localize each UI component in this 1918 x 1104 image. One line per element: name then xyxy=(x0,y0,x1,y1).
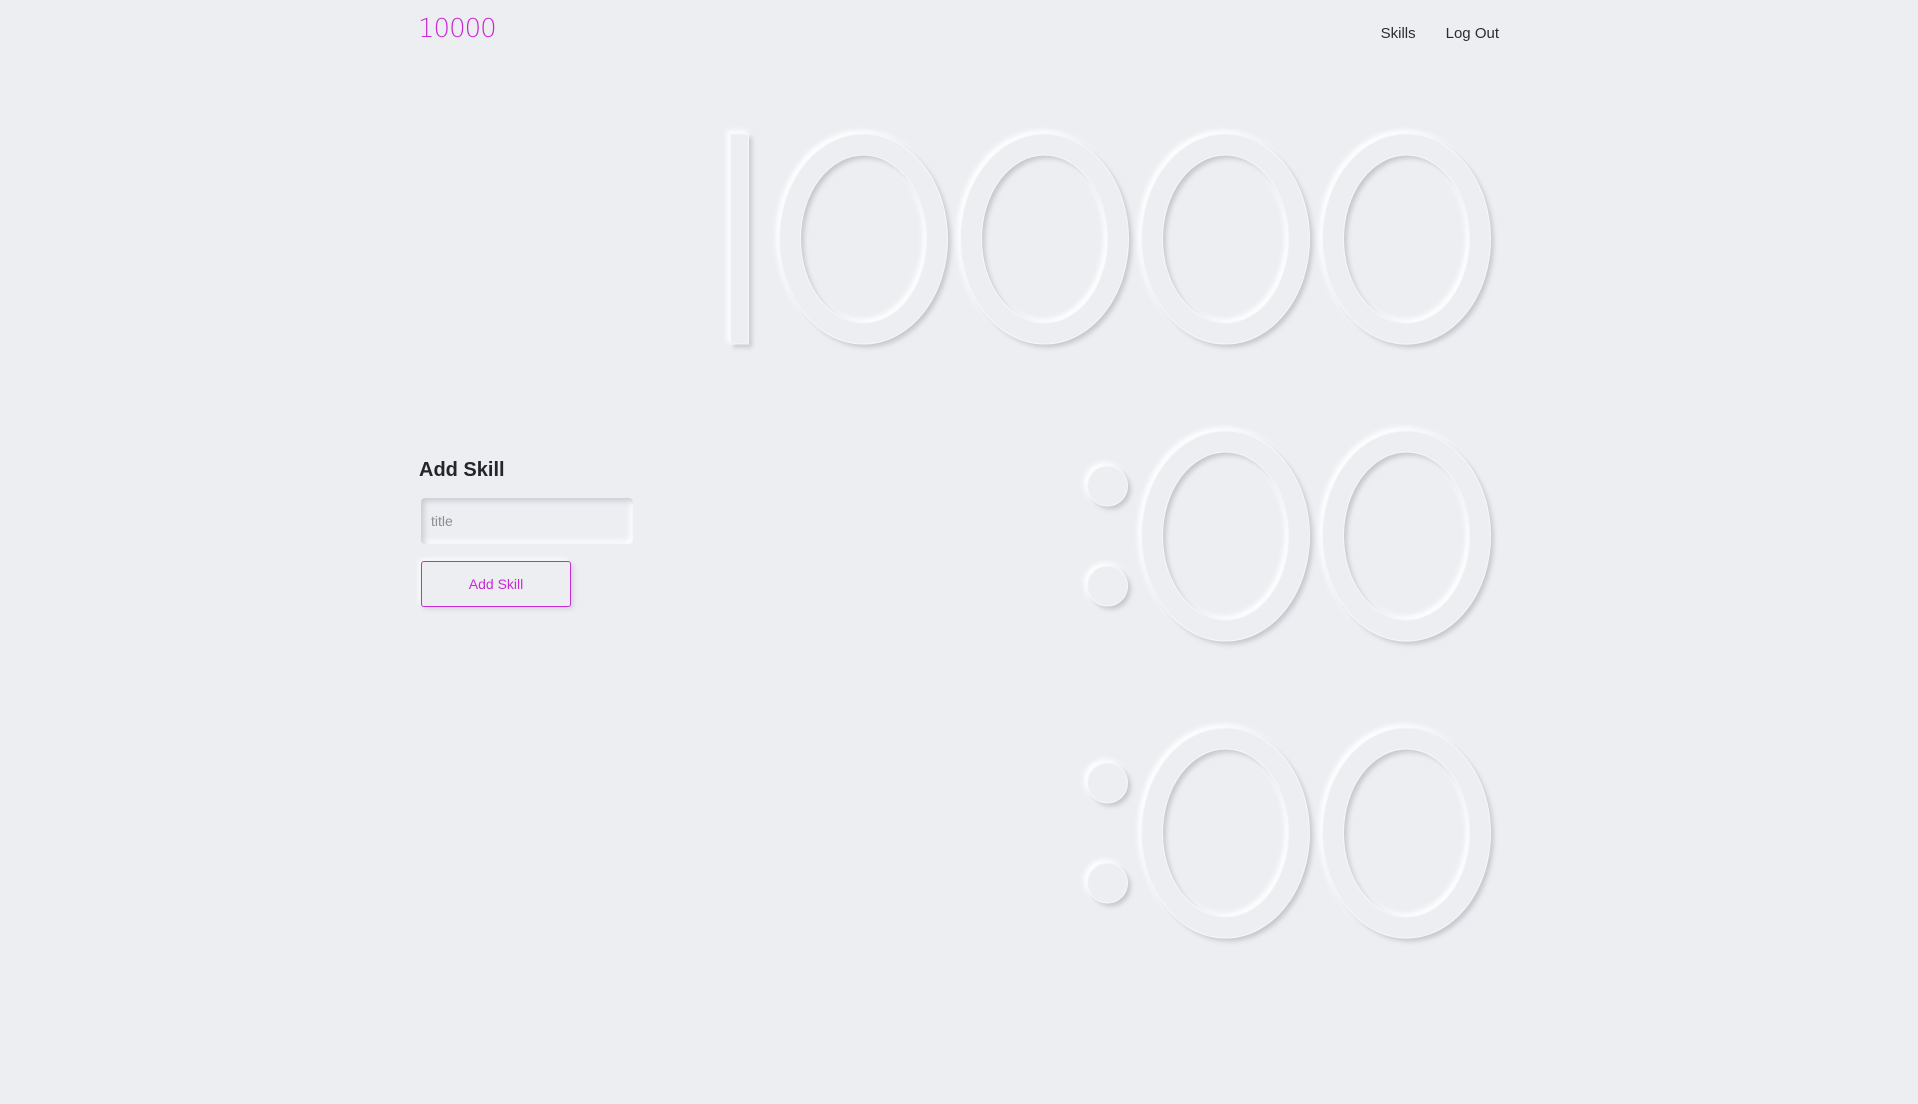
timer-digit-0-1 xyxy=(778,133,949,345)
add-skill-heading: Add Skill xyxy=(419,459,505,481)
timer-digit-2-0 xyxy=(1140,727,1311,939)
timer-digit-0-0 xyxy=(730,133,749,345)
timer-digit-0-4 xyxy=(1321,133,1492,345)
skill-title-input[interactable] xyxy=(421,498,633,544)
timer-colon-2-bottom xyxy=(1087,862,1128,904)
timer-colon-1-top xyxy=(1087,465,1128,507)
timer-digit-0-2 xyxy=(959,133,1130,345)
logo[interactable]: 10000 xyxy=(418,14,497,44)
timer-colon-2-top xyxy=(1087,762,1128,804)
timer-digit-1-1 xyxy=(1321,430,1492,642)
nav-skills-link[interactable]: Skills xyxy=(1381,24,1416,44)
timer-digit-1-0 xyxy=(1140,430,1311,642)
top-nav: Skills Log Out xyxy=(1381,24,1499,44)
timer-digit-0-3 xyxy=(1140,133,1311,345)
nav-logout-link[interactable]: Log Out xyxy=(1446,24,1499,44)
app-page: 10000 Skills Log Out Add Skill Add Skill xyxy=(0,0,1918,1104)
timer-display xyxy=(730,133,1492,939)
add-skill-button[interactable]: Add Skill xyxy=(421,561,571,607)
timer-colon-1-bottom xyxy=(1087,565,1128,607)
timer-digit-2-1 xyxy=(1321,727,1492,939)
